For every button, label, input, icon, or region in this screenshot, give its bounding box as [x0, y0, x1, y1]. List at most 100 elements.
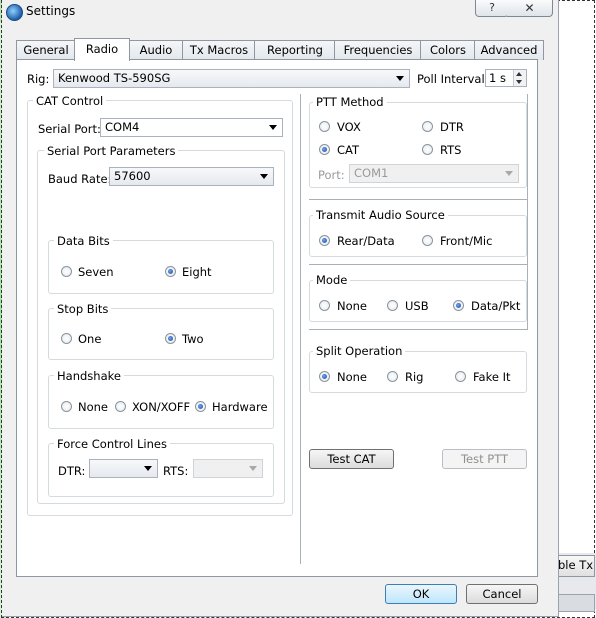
- audio-rear-data-label[interactable]: Rear/Data: [337, 234, 395, 248]
- section-divider: [309, 264, 528, 265]
- column-splitter: [300, 94, 301, 564]
- audio-rear-data-radio[interactable]: [319, 235, 330, 246]
- split-none-radio[interactable]: [319, 371, 330, 382]
- data-bits-seven-label[interactable]: Seven: [78, 265, 114, 279]
- ptt-port-select[interactable]: COM1: [349, 164, 519, 183]
- test-cat-button[interactable]: Test CAT: [309, 449, 394, 469]
- handshake-hardware-radio[interactable]: [195, 401, 206, 412]
- right-edge-line: [527, 94, 528, 330]
- rig-select-value: Kenwood TS-590SG: [58, 71, 171, 85]
- data-bits-title: Data Bits: [54, 234, 113, 248]
- split-none-label[interactable]: None: [337, 370, 367, 384]
- split-fake-it-radio[interactable]: [455, 371, 466, 382]
- test-ptt-button[interactable]: Test PTT: [442, 449, 527, 469]
- split-operation-title: Split Operation: [313, 344, 406, 358]
- ok-button[interactable]: OK: [385, 584, 457, 604]
- tab-general[interactable]: General: [16, 40, 76, 60]
- section-divider: [309, 199, 528, 200]
- chevron-down-icon: [396, 76, 404, 81]
- window-title: Settings: [26, 4, 76, 18]
- ptt-rts-label[interactable]: RTS: [440, 143, 461, 157]
- transmit-audio-source-title: Transmit Audio Source: [313, 208, 448, 222]
- rts-label: RTS:: [163, 464, 189, 478]
- spin-up-icon[interactable]: [513, 70, 526, 78]
- tab-advanced[interactable]: Advanced: [474, 40, 544, 60]
- spin-down-icon[interactable]: [513, 78, 526, 86]
- split-rig-radio[interactable]: [387, 371, 398, 382]
- chevron-down-icon: [144, 466, 152, 471]
- rig-select[interactable]: Kenwood TS-590SG: [53, 69, 410, 88]
- cat-control-title: CAT Control: [33, 94, 107, 108]
- mode-data-pkt-radio[interactable]: [453, 300, 464, 311]
- close-button[interactable]: ✕: [507, 0, 553, 17]
- serial-port-label: Serial Port:: [38, 122, 101, 136]
- split-fake-it-label[interactable]: Fake It: [473, 370, 511, 384]
- ptt-vox-radio[interactable]: [319, 121, 330, 132]
- stop-bits-one-radio[interactable]: [61, 333, 72, 344]
- chevron-down-icon: [505, 171, 513, 176]
- chevron-down-icon: [249, 466, 257, 471]
- ptt-cat-radio[interactable]: [319, 144, 330, 155]
- ptt-cat-label[interactable]: CAT: [337, 143, 359, 157]
- handshake-hardware-label[interactable]: Hardware: [212, 400, 268, 414]
- tab-tx-macros[interactable]: Tx Macros: [182, 40, 256, 60]
- chevron-down-icon: [269, 125, 277, 130]
- force-control-lines-title: Force Control Lines: [54, 437, 170, 451]
- serial-port-value: COM4: [105, 120, 140, 134]
- background-scrollbar: [558, 594, 595, 612]
- handshake-title: Handshake: [54, 369, 124, 383]
- ptt-method-title: PTT Method: [313, 95, 387, 109]
- poll-interval-value: 1 s: [489, 71, 506, 85]
- handshake-xonxoff-radio[interactable]: [115, 401, 126, 412]
- close-icon: ✕: [524, 1, 535, 15]
- tab-reporting[interactable]: Reporting: [254, 40, 336, 60]
- ptt-dtr-radio[interactable]: [422, 121, 433, 132]
- ptt-dtr-label[interactable]: DTR: [440, 120, 464, 134]
- handshake-none-label[interactable]: None: [78, 400, 108, 414]
- dtr-label: DTR:: [58, 464, 86, 478]
- stop-bits-two-radio[interactable]: [165, 333, 176, 344]
- mode-data-pkt-label[interactable]: Data/Pkt: [471, 299, 520, 313]
- section-divider: [309, 329, 528, 330]
- data-bits-seven-radio[interactable]: [61, 266, 72, 277]
- mode-usb-radio[interactable]: [387, 300, 398, 311]
- ptt-rts-radio[interactable]: [422, 144, 433, 155]
- tab-frequencies[interactable]: Frequencies: [334, 40, 422, 60]
- poll-interval-spinbox[interactable]: 1 s: [485, 69, 527, 87]
- serial-port-parameters-title: Serial Port Parameters: [44, 144, 179, 158]
- ptt-vox-label[interactable]: VOX: [337, 120, 361, 134]
- audio-front-mic-radio[interactable]: [422, 235, 433, 246]
- title-bar[interactable]: Settings ? ✕: [2, 0, 558, 24]
- radio-tab-panel: Rig: Kenwood TS-590SG Poll Interval: 1 s…: [16, 59, 538, 577]
- dtr-select[interactable]: [89, 459, 158, 478]
- ptt-port-label: Port:: [318, 168, 345, 182]
- baud-rate-label: Baud Rate:: [48, 172, 112, 186]
- mode-usb-label[interactable]: USB: [405, 299, 429, 313]
- rts-select[interactable]: [193, 459, 263, 478]
- stop-bits-two-label[interactable]: Two: [182, 332, 204, 346]
- help-button[interactable]: ?: [475, 0, 509, 17]
- tab-bar: General Radio Audio Tx Macros Reporting …: [16, 38, 544, 61]
- ptt-port-value: COM1: [354, 166, 389, 180]
- split-rig-label[interactable]: Rig: [405, 370, 424, 384]
- stop-bits-one-label[interactable]: One: [78, 332, 101, 346]
- data-bits-eight-radio[interactable]: [165, 266, 176, 277]
- serial-port-select[interactable]: COM4: [100, 118, 283, 137]
- mode-none-label[interactable]: None: [337, 299, 367, 313]
- handshake-xonxoff-label[interactable]: XON/XOFF: [132, 400, 190, 414]
- cancel-button[interactable]: Cancel: [466, 584, 538, 604]
- tab-radio[interactable]: Radio: [74, 38, 130, 61]
- mode-none-radio[interactable]: [319, 300, 330, 311]
- stop-bits-title: Stop Bits: [54, 302, 112, 316]
- handshake-none-radio[interactable]: [61, 401, 72, 412]
- baud-rate-select[interactable]: 57600: [109, 167, 274, 186]
- chevron-down-icon: [260, 174, 268, 179]
- audio-front-mic-label[interactable]: Front/Mic: [440, 234, 492, 248]
- settings-dialog: Settings ? ✕ General Radio Audio Tx Macr…: [2, 0, 559, 617]
- mode-title: Mode: [313, 273, 351, 287]
- tab-audio[interactable]: Audio: [128, 40, 184, 60]
- tab-colors[interactable]: Colors: [420, 40, 476, 60]
- data-bits-eight-label[interactable]: Eight: [182, 265, 212, 279]
- background-enable-tx-button[interactable]: ble Tx: [558, 555, 595, 577]
- baud-rate-value: 57600: [114, 169, 151, 183]
